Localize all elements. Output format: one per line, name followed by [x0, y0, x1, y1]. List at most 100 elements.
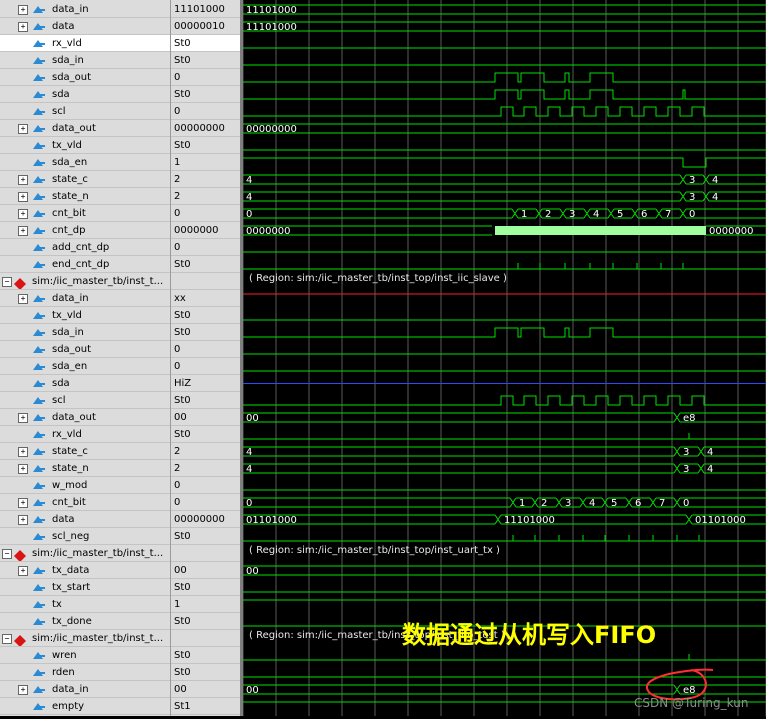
signal-row[interactable]: empty — [0, 698, 170, 715]
signal-row[interactable]: sda_out — [0, 69, 170, 86]
signal-value: St0 — [171, 86, 241, 103]
signal-value: St1 — [171, 698, 241, 715]
collapse-toggle-icon[interactable]: − — [2, 277, 12, 287]
signal-value: 00000010 — [171, 18, 241, 35]
signal-row[interactable]: rx_vld — [0, 426, 170, 443]
bus-transition — [697, 446, 705, 457]
signal-value: St0 — [171, 613, 241, 630]
signal-row[interactable]: + data_in — [0, 290, 170, 307]
signal-name: cnt_dp — [52, 225, 86, 236]
signal-row[interactable]: sda_out — [0, 341, 170, 358]
expand-toggle-icon[interactable]: + — [18, 447, 28, 457]
signal-name: sda_in — [52, 55, 84, 66]
region-label-uart: ( Region: sim:/iic_master_tb/inst_top/in… — [249, 545, 500, 556]
signal-row[interactable]: end_cnt_dp — [0, 256, 170, 273]
signal-value: 1 — [171, 596, 241, 613]
signal-row[interactable]: sda — [0, 375, 170, 392]
expand-toggle-icon[interactable]: + — [18, 464, 28, 474]
signal-row[interactable]: − sim:/iic_master_tb/inst_t... — [0, 273, 170, 290]
bus-value: 0 — [246, 498, 252, 509]
waveform-pane[interactable]: 11101000 11101000 00000000 4 3 4 4 3 4 0 1 2 3 4 5 6 7 0 0… — [242, 0, 766, 716]
signal-name: data_out — [52, 412, 96, 423]
expand-toggle-icon[interactable]: + — [18, 175, 28, 185]
signal-value: 2 — [171, 171, 241, 188]
signal-row[interactable]: + state_c — [0, 171, 170, 188]
expand-toggle-icon[interactable]: + — [18, 124, 28, 134]
signal-row[interactable]: + cnt_bit — [0, 494, 170, 511]
bus-value: 0 — [689, 209, 695, 220]
signal-row[interactable]: add_cnt_dp — [0, 239, 170, 256]
signal-row[interactable]: + data_in — [0, 1, 170, 18]
signal-row[interactable]: tx_done — [0, 613, 170, 630]
signal-row[interactable]: tx_start — [0, 579, 170, 596]
signal-value: St0 — [171, 256, 241, 273]
signal-value: St0 — [171, 307, 241, 324]
signal-row[interactable]: + data_out — [0, 120, 170, 137]
expand-toggle-icon[interactable]: + — [18, 685, 28, 695]
expand-toggle-icon[interactable]: + — [18, 566, 28, 576]
bus-value: 4 — [707, 447, 713, 458]
signal-row[interactable]: scl — [0, 392, 170, 409]
expand-toggle-icon[interactable]: + — [18, 226, 28, 236]
signal-row[interactable]: + data — [0, 511, 170, 528]
signal-row[interactable]: + state_n — [0, 460, 170, 477]
signal-row[interactable]: − sim:/iic_master_tb/inst_t... — [0, 545, 170, 562]
signal-row[interactable]: + cnt_dp — [0, 222, 170, 239]
collapse-toggle-icon[interactable]: − — [2, 549, 12, 559]
signal-value: 0 — [171, 69, 241, 86]
signal-row[interactable]: + state_c — [0, 443, 170, 460]
bus-value: 1 — [519, 498, 525, 509]
signal-row[interactable]: + data — [0, 18, 170, 35]
signal-row[interactable]: + data_in — [0, 681, 170, 698]
signal-value: 00 — [171, 562, 241, 579]
signal-row[interactable]: rden — [0, 664, 170, 681]
expand-toggle-icon[interactable]: + — [18, 192, 28, 202]
bus-value: 1 — [521, 209, 527, 220]
signal-row[interactable]: sda_in — [0, 324, 170, 341]
collapse-toggle-icon[interactable]: − — [2, 634, 12, 644]
signal-row[interactable]: scl_neg — [0, 528, 170, 545]
bus-value: 11101000 — [504, 515, 555, 526]
expand-toggle-icon[interactable]: + — [18, 498, 28, 508]
group-name: sim:/iic_master_tb/inst_t... — [32, 548, 164, 559]
signal-value: St0 — [171, 392, 241, 409]
bus-transition — [555, 497, 563, 508]
expand-toggle-icon[interactable]: + — [18, 209, 28, 219]
signal-name: state_c — [52, 174, 88, 185]
signal-row[interactable]: rx_vld — [0, 35, 170, 52]
bus-value: e8 — [683, 413, 696, 424]
signal-value: St0 — [171, 426, 241, 443]
bus-value: 4 — [589, 498, 595, 509]
signal-row[interactable]: + state_n — [0, 188, 170, 205]
bus-value: 01101000 — [246, 515, 297, 526]
signal-row[interactable]: tx — [0, 596, 170, 613]
signal-row[interactable]: sda_en — [0, 154, 170, 171]
bus-transition — [601, 497, 609, 508]
signal-row[interactable]: + tx_data — [0, 562, 170, 579]
expand-toggle-icon[interactable]: + — [18, 515, 28, 525]
signal-row[interactable]: sda — [0, 86, 170, 103]
signal-name: sda — [52, 89, 70, 100]
bus-value: 5 — [611, 498, 617, 509]
expand-toggle-icon[interactable]: + — [18, 294, 28, 304]
signal-row[interactable]: sda_in — [0, 52, 170, 69]
signal-row[interactable]: + cnt_bit — [0, 205, 170, 222]
expand-toggle-icon[interactable]: + — [18, 413, 28, 423]
signal-value: 00 — [171, 681, 241, 698]
expand-toggle-icon[interactable]: + — [18, 22, 28, 32]
bus-value: 3 — [689, 175, 695, 186]
signal-name: scl — [52, 106, 66, 117]
bus-transition — [673, 463, 681, 474]
signal-value: 0 — [171, 494, 241, 511]
signal-row[interactable]: sda_en — [0, 358, 170, 375]
signal-row[interactable]: wren — [0, 647, 170, 664]
signal-row[interactable]: − sim:/iic_master_tb/inst_t... — [0, 630, 170, 647]
signal-row[interactable]: + data_out — [0, 409, 170, 426]
signal-row[interactable]: tx_vld — [0, 307, 170, 324]
bus-segment — [243, 565, 766, 576]
bus-value: 2 — [545, 209, 551, 220]
expand-toggle-icon[interactable]: + — [18, 5, 28, 15]
signal-row[interactable]: tx_vld — [0, 137, 170, 154]
signal-row[interactable]: w_mod — [0, 477, 170, 494]
signal-row[interactable]: scl — [0, 103, 170, 120]
